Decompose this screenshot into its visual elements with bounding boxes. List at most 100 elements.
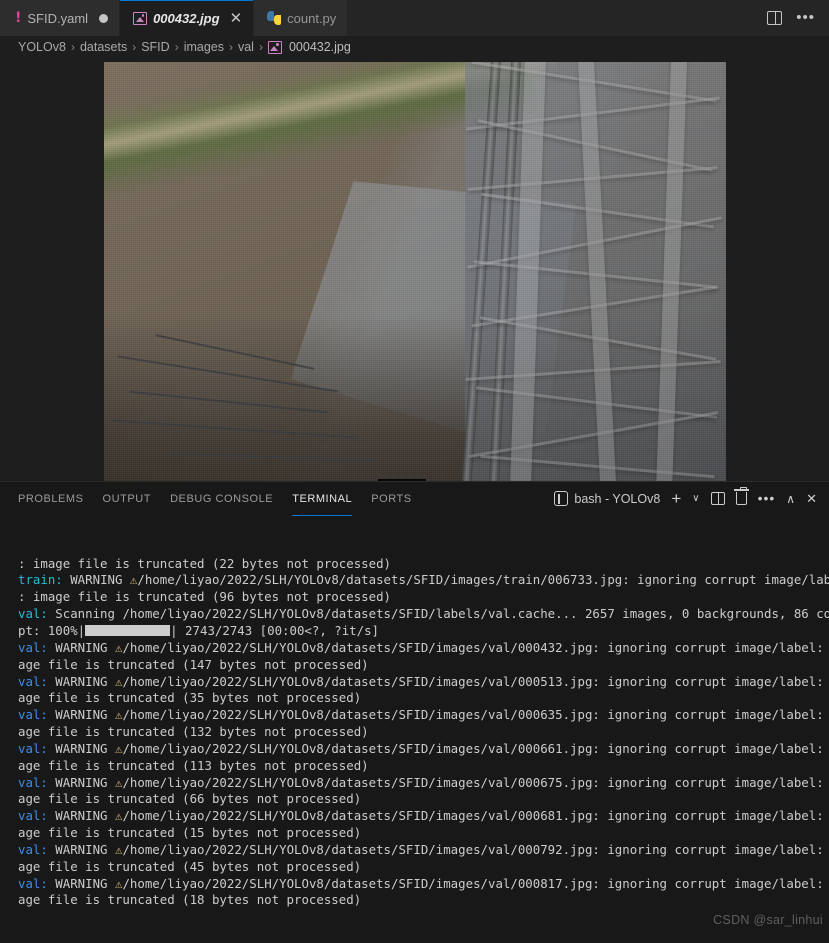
terminal-text: WARNING [48, 876, 115, 891]
breadcrumb-item-datasets[interactable]: datasets [80, 40, 127, 54]
terminal-text: | 2743/2743 [00:00<?, ?it/s] [170, 623, 379, 638]
tab-label: SFID.yaml [27, 11, 88, 26]
terminal-text: val: [18, 775, 48, 790]
terminal-line: age file is truncated (113 bytes not pro… [18, 758, 829, 775]
terminal-line: age file is truncated (66 bytes not proc… [18, 791, 829, 808]
terminal-text: val: [18, 876, 48, 891]
terminal-text: WARNING [48, 640, 115, 655]
terminal-text: val: [18, 808, 48, 823]
editor-area [0, 58, 829, 481]
terminal-output[interactable]: : image file is truncated (22 bytes not … [0, 516, 829, 943]
chevron-down-icon[interactable]: ∨ [692, 494, 699, 504]
terminal-text: WARNING [48, 842, 115, 857]
python-file-icon [267, 11, 281, 25]
breadcrumb-item-yolov8[interactable]: YOLOv8 [18, 40, 66, 54]
unsaved-dot-icon[interactable] [99, 14, 108, 23]
close-icon[interactable]: ✕ [230, 11, 243, 26]
lattice-tower [465, 62, 726, 481]
terminal-text: /home/liyao/2022/SLH/YOLOv8/datasets/SFI… [122, 741, 829, 756]
terminal-text: /home/liyao/2022/SLH/YOLOv8/datasets/SFI… [122, 808, 829, 823]
terminal-text: val: [18, 741, 48, 756]
panel-tab-problems[interactable]: PROBLEMS [18, 482, 84, 516]
chevron-right-icon: › [228, 40, 234, 54]
trash-icon[interactable] [736, 492, 747, 505]
terminal-line: val: WARNING ⚠/home/liyao/2022/SLH/YOLOv… [18, 640, 829, 657]
terminal-text: /home/liyao/2022/SLH/YOLOv8/datasets/SFI… [122, 674, 829, 689]
terminal-text: /home/liyao/2022/SLH/YOLOv8/datasets/SFI… [137, 572, 829, 587]
terminal-text: age file is truncated (15 bytes not proc… [18, 825, 361, 840]
terminal-text: val: [18, 842, 48, 857]
panel-tabs: PROBLEMS OUTPUT DEBUG CONSOLE TERMINAL P… [18, 482, 412, 516]
breadcrumb-item-val[interactable]: val [238, 40, 254, 54]
tab-000432-jpg[interactable]: 000432.jpg ✕ [120, 0, 254, 36]
terminal-text: val: [18, 640, 48, 655]
terminal-line: val: WARNING ⚠/home/liyao/2022/SLH/YOLOv… [18, 741, 829, 758]
yaml-warning-icon: ! [13, 11, 21, 25]
aerial-photo [104, 62, 726, 481]
terminal-text: WARNING [48, 707, 115, 722]
tab-label: 000432.jpg [153, 11, 220, 26]
terminal-text: val: [18, 674, 48, 689]
terminal-line: age file is truncated (132 bytes not pro… [18, 724, 829, 741]
terminal-text: age file is truncated (35 bytes not proc… [18, 690, 361, 705]
terminal-text: WARNING [48, 808, 115, 823]
split-editor-right-icon[interactable] [767, 11, 782, 25]
new-terminal-button[interactable]: + [671, 490, 681, 507]
terminal-line: val: WARNING ⚠/home/liyao/2022/SLH/YOLOv… [18, 842, 829, 859]
progress-bar [85, 625, 170, 636]
terminal-line: val: WARNING ⚠/home/liyao/2022/SLH/YOLOv… [18, 876, 829, 893]
tab-count-py[interactable]: count.py [254, 0, 348, 36]
terminal-line: age file is truncated (18 bytes not proc… [18, 892, 829, 909]
maximize-panel-icon[interactable]: ∧ [786, 493, 795, 505]
image-preview-000432[interactable] [104, 62, 726, 481]
panel-tab-terminal[interactable]: TERMINAL [292, 482, 352, 516]
breadcrumb-item-000432-jpg[interactable]: 000432.jpg [289, 40, 351, 54]
editor-actions: ••• [767, 0, 829, 36]
terminal-line: val: WARNING ⚠/home/liyao/2022/SLH/YOLOv… [18, 775, 829, 792]
terminal-text: : image file is truncated (96 bytes not … [18, 589, 391, 604]
terminal-line: age file is truncated (147 bytes not pro… [18, 657, 829, 674]
panel-tab-debug-console[interactable]: DEBUG CONSOLE [170, 482, 273, 516]
terminal-text: WARNING [48, 741, 115, 756]
panel-header: PROBLEMS OUTPUT DEBUG CONSOLE TERMINAL P… [0, 481, 829, 516]
terminal-text: train: [18, 572, 63, 587]
terminal-line: age file is truncated (15 bytes not proc… [18, 825, 829, 842]
breadcrumb: YOLOv8 › datasets › SFID › images › val … [0, 36, 829, 58]
terminal-text: /home/liyao/2022/SLH/YOLOv8/datasets/SFI… [122, 842, 829, 857]
terminal-line: pt: 100%| | 2743/2743 [00:00<?, ?it/s] [18, 623, 829, 640]
editor-tab-bar: ! SFID.yaml 000432.jpg ✕ count.py ••• [0, 0, 829, 36]
editor-tabs: ! SFID.yaml 000432.jpg ✕ count.py [0, 0, 348, 36]
terminal-line: train: WARNING ⚠/home/liyao/2022/SLH/YOL… [18, 572, 829, 589]
terminal-line: : image file is truncated (22 bytes not … [18, 556, 829, 573]
terminal-text: val: [18, 707, 48, 722]
terminal-text: age file is truncated (66 bytes not proc… [18, 791, 361, 806]
panel-tab-output[interactable]: OUTPUT [103, 482, 152, 516]
split-terminal-icon[interactable] [711, 492, 725, 505]
terminal-text: age file is truncated (147 bytes not pro… [18, 657, 369, 672]
panel-tab-ports[interactable]: PORTS [371, 482, 411, 516]
terminal-line: val: WARNING ⚠/home/liyao/2022/SLH/YOLOv… [18, 707, 829, 724]
active-terminal-label: bash - YOLOv8 [574, 492, 660, 506]
terminal-text: /home/liyao/2022/SLH/YOLOv8/datasets/SFI… [122, 775, 829, 790]
chevron-right-icon: › [258, 40, 264, 54]
terminal-text: /home/liyao/2022/SLH/YOLOv8/datasets/SFI… [122, 707, 829, 722]
terminal-text: : image file is truncated (22 bytes not … [18, 556, 391, 571]
image-file-icon [133, 12, 147, 25]
terminal-line: age file is truncated (45 bytes not proc… [18, 859, 829, 876]
more-actions-icon[interactable]: ••• [796, 14, 815, 22]
terminal-text: pt: 100%| [18, 623, 85, 638]
tab-sfid-yaml[interactable]: ! SFID.yaml [0, 0, 120, 36]
chevron-right-icon: › [131, 40, 137, 54]
terminal-text: age file is truncated (132 bytes not pro… [18, 724, 369, 739]
terminal-text: WARNING [63, 572, 130, 587]
chevron-right-icon: › [70, 40, 76, 54]
views-and-more-actions-icon[interactable]: ••• [758, 495, 776, 502]
terminal-text: Scanning /home/liyao/2022/SLH/YOLOv8/dat… [48, 606, 829, 621]
active-terminal-selector[interactable]: bash - YOLOv8 [554, 491, 660, 506]
breadcrumb-item-sfid[interactable]: SFID [141, 40, 169, 54]
terminal-text: age file is truncated (18 bytes not proc… [18, 892, 361, 907]
panel-actions: bash - YOLOv8 + ∨ ••• ∧ ✕ [554, 490, 817, 507]
close-panel-icon[interactable]: ✕ [806, 492, 817, 505]
bottom-panel: PROBLEMS OUTPUT DEBUG CONSOLE TERMINAL P… [0, 481, 829, 943]
breadcrumb-item-images[interactable]: images [184, 40, 224, 54]
